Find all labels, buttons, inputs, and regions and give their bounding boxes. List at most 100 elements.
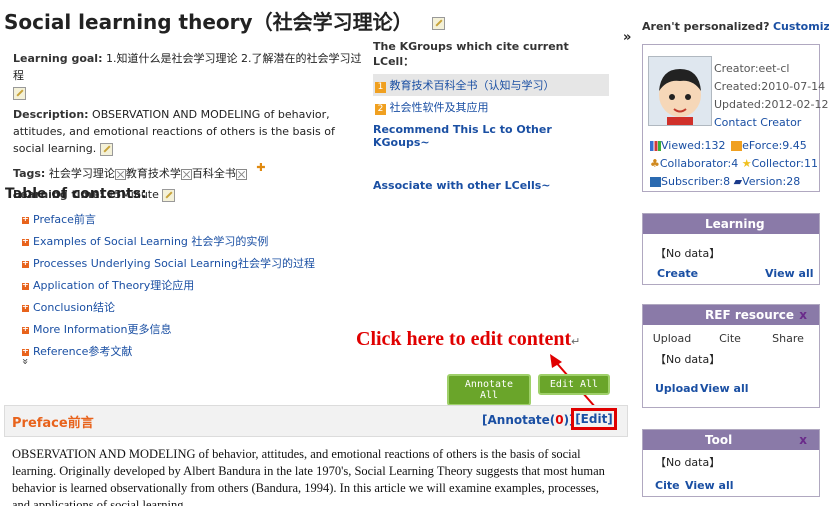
creator-name[interactable]: Creator:eet-cl [714, 60, 828, 78]
tab-share[interactable]: Share [759, 332, 817, 345]
description: Description: OBSERVATION AND MODELING of… [13, 106, 363, 157]
page-title: Social learning theory（社会学习理论） [4, 6, 445, 35]
tool-header: Tool x [643, 430, 819, 450]
toc-item-label[interactable]: Preface前言 [33, 213, 96, 226]
stats-row-2: ♣Collaborator:4 ★Collector:11 [650, 155, 818, 173]
ref-resource-panel: REF resource x Upload Cite Share 【No dat… [642, 304, 820, 408]
remove-tag-icon[interactable] [180, 168, 192, 180]
rss-icon [650, 177, 661, 187]
kgroups-heading: The KGroups which cite current LCell： [373, 40, 569, 68]
toc-item[interactable]: Conclusion结论 [22, 299, 315, 321]
toc-item[interactable]: Reference参考文献 [22, 343, 315, 358]
tool-no-data: 【No data】 [655, 456, 721, 469]
learning-goal-label: Learning goal: [13, 52, 103, 65]
description-label: Description: [13, 108, 89, 121]
tool-panel: Tool x 【No data】 Cite View all [642, 429, 820, 497]
edit-callout-text: Click here to edit content [356, 328, 572, 350]
annotate-section-label[interactable]: [Annotate( [482, 413, 555, 427]
edit-section-button[interactable]: [Edit] [571, 408, 617, 430]
collaborator-icon: ♣ [650, 157, 660, 170]
tags: Tags: 社会学习理论 教育技术学 百科全书 ✚ [13, 161, 363, 182]
toc-item-label[interactable]: More Information更多信息 [33, 323, 171, 336]
collector-count[interactable]: Collector:11 [752, 157, 818, 170]
customize-link[interactable]: Customize [773, 20, 829, 33]
view-all-ref-link[interactable]: View all [700, 382, 749, 395]
tag-item[interactable]: 社会学习理论 [49, 167, 115, 180]
view-all-activity-link[interactable]: View all [765, 267, 814, 280]
plus-icon [22, 258, 29, 268]
created-date: Created:2010-07-14 [714, 80, 826, 93]
collaborator-count[interactable]: Collaborator:4 [660, 157, 738, 170]
section-title: Preface前言 [12, 416, 94, 431]
edit-all-button[interactable]: Edit All [538, 374, 610, 395]
section-body: OBSERVATION AND MODELING of behavior, at… [12, 447, 605, 506]
ref-resource-title: REF resource [705, 308, 794, 322]
close-ref-icon[interactable]: x [799, 305, 807, 325]
updated-date: Updated:2012-02-12 [714, 98, 829, 111]
meta-block: Learning goal: 1.知道什么是社会学习理论 2.了解潜在的社会学习… [13, 50, 363, 203]
creator-stats: Viewed:132 eForce:9.45 ♣Collaborator:4 ★… [650, 137, 818, 191]
tag-item[interactable]: 百科全书 [192, 167, 236, 180]
upload-ref-link[interactable]: Upload [655, 382, 698, 395]
eforce-value[interactable]: eForce:9.45 [742, 139, 807, 152]
edit-description-icon[interactable] [99, 142, 113, 156]
toc-item-label[interactable]: Conclusion结论 [33, 301, 115, 314]
tag-item[interactable]: 教育技术学 [126, 167, 181, 180]
toc-item[interactable]: Examples of Social Learning 社会学习的实例 [22, 233, 315, 255]
tab-cite[interactable]: Cite [701, 332, 759, 345]
learning-activity-header: Learning activity [643, 214, 819, 251]
avatar[interactable] [648, 56, 712, 126]
tool-title: Tool [705, 433, 733, 447]
not-personalized-text: Aren't personalized? [642, 20, 770, 33]
annotate-section-link[interactable]: [Annotate(0)] [482, 413, 575, 427]
recommend-link[interactable]: Recommend This Lc to Other KGoups~ [373, 123, 609, 149]
version-count[interactable]: Version:28 [742, 175, 800, 188]
toc-item-label[interactable]: Application of Theory理论应用 [33, 279, 194, 292]
edit-goal-icon[interactable] [13, 86, 26, 100]
star-icon: ★ [741, 157, 752, 170]
edit-pencil-icon[interactable] [431, 17, 445, 30]
toc-heading: Table of contents: [5, 186, 147, 202]
close-tool-icon[interactable]: x [799, 430, 807, 450]
add-tag-icon[interactable]: ✚ [256, 161, 265, 174]
kgroups-block: The KGroups which cite current LCell： 1 … [373, 40, 609, 192]
toc-item-label[interactable]: Processes Underlying Social Learning社会学习… [33, 257, 315, 270]
kgroup-link[interactable]: 社会性软件及其应用 [390, 101, 489, 114]
plus-icon [22, 302, 29, 312]
kgroup-item[interactable]: 1 教育技术百科全书（认知与学习） [373, 74, 609, 96]
stats-row-1: Viewed:132 eForce:9.45 [650, 137, 818, 155]
expand-toc-icon[interactable]: » [19, 358, 32, 365]
toc-item[interactable]: Processes Underlying Social Learning社会学习… [22, 255, 315, 277]
viewed-count[interactable]: Viewed:132 [661, 139, 726, 152]
collapse-sidebar-icon[interactable]: » [623, 30, 631, 45]
kgroup-number-badge: 2 [375, 104, 386, 115]
plus-icon [22, 236, 29, 246]
ref-resource-header: REF resource x [643, 305, 819, 325]
eforce-icon [731, 141, 743, 151]
view-all-tool-link[interactable]: View all [685, 479, 734, 492]
kgroup-number-badge: 1 [375, 82, 386, 93]
toc-item[interactable]: More Information更多信息 [22, 321, 315, 343]
contact-creator-link[interactable]: Contact Creator [714, 114, 828, 132]
annotate-all-button[interactable]: Annotate All [447, 374, 531, 406]
tab-upload[interactable]: Upload [643, 332, 701, 345]
tags-label: Tags: [13, 167, 46, 180]
toc-item-label[interactable]: Reference参考文献 [33, 345, 132, 358]
bar-chart-icon [650, 141, 661, 151]
remove-tag-icon[interactable] [235, 168, 247, 180]
edit-time-icon[interactable] [162, 188, 176, 202]
toc-item[interactable]: Preface前言 [22, 211, 315, 233]
plus-icon [22, 346, 29, 356]
kgroup-item[interactable]: 2 社会性软件及其应用 [373, 96, 609, 118]
page-title-text: Social learning theory（社会学习理论） [4, 10, 413, 34]
associate-link[interactable]: Associate with other LCells~ [373, 179, 609, 192]
cite-tool-link[interactable]: Cite [655, 479, 680, 492]
toc-item-label[interactable]: Examples of Social Learning 社会学习的实例 [33, 235, 268, 248]
create-activity-link[interactable]: Create [657, 267, 698, 280]
return-mark: ↵ [571, 336, 581, 348]
toc-item[interactable]: Application of Theory理论应用 [22, 277, 315, 299]
remove-tag-icon[interactable] [114, 168, 126, 180]
subscriber-count[interactable]: Subscriber:8 [661, 175, 730, 188]
ref-no-data: 【No data】 [655, 353, 721, 366]
kgroup-link[interactable]: 教育技术百科全书（认知与学习） [390, 79, 555, 92]
